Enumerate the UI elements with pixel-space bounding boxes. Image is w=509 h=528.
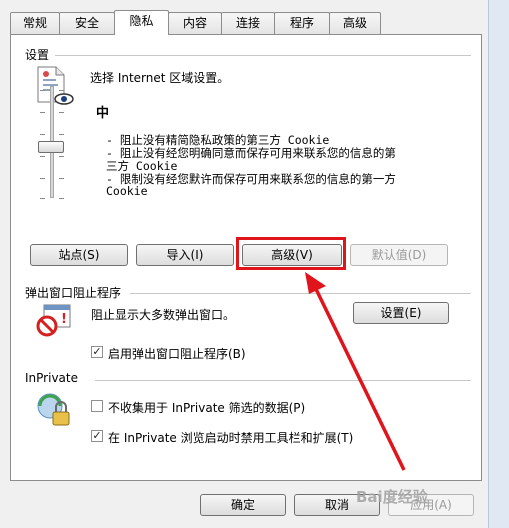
settings-section-title: 设置 — [25, 48, 50, 62]
background-window-edge — [488, 0, 509, 528]
svg-text:!: ! — [61, 312, 67, 327]
popup-divider — [130, 293, 471, 294]
popup-settings-button[interactable]: 设置(E) — [353, 302, 449, 324]
default-button[interactable]: 默认值(D) — [350, 244, 448, 266]
level-description-line: Cookie — [106, 184, 148, 198]
level-description-line: - 限制没有经您默许而保存可用来联系您的信息的第一方 — [106, 172, 396, 186]
inprivate-toolbar-label: 在 InPrivate 浏览启动时禁用工具栏和扩展(T) — [108, 431, 354, 445]
slider-tick — [59, 134, 64, 135]
advanced-button-highlight — [236, 237, 346, 270]
popup-description-text: 阻止显示大多数弹出窗口。 — [91, 308, 236, 322]
zone-instruction-text: 选择 Internet 区域设置。 — [90, 71, 230, 85]
inprivate-section-title: InPrivate — [25, 371, 78, 385]
import-button[interactable]: 导入(I) — [136, 244, 234, 266]
slider-tick — [59, 198, 64, 199]
popup-blocker-icon: ! — [34, 304, 74, 343]
slider-tick — [40, 112, 45, 113]
privacy-level-label: 中 — [96, 106, 110, 121]
settings-divider — [55, 55, 471, 56]
inprivate-lock-icon — [34, 392, 74, 431]
inprivate-filter-label: 不收集用于 InPrivate 筛选的数据(P) — [108, 401, 306, 415]
inprivate-filter-checkbox[interactable] — [91, 400, 103, 412]
inprivate-divider — [95, 380, 471, 381]
sites-button[interactable]: 站点(S) — [30, 244, 128, 266]
slider-tick — [59, 156, 64, 157]
slider-tick — [40, 178, 45, 179]
slider-tick — [59, 90, 64, 91]
slider-tick — [59, 112, 64, 113]
watermark-text: Bai度经验 — [356, 488, 428, 506]
slider-tick — [40, 90, 45, 91]
enable-popup-blocker-checkbox[interactable]: ✓ — [91, 346, 103, 358]
enable-popup-blocker-label: 启用弹出窗口阻止程序(B) — [108, 347, 246, 361]
inprivate-toolbar-checkbox[interactable]: ✓ — [91, 430, 103, 442]
slider-tick — [59, 178, 64, 179]
slider-tick — [40, 198, 45, 199]
privacy-slider-thumb[interactable] — [38, 141, 64, 153]
slider-tick — [40, 156, 45, 157]
popup-section-title: 弹出窗口阻止程序 — [25, 286, 122, 300]
ok-button[interactable]: 确定 — [200, 494, 286, 516]
slider-tick — [40, 134, 45, 135]
privacy-document-icon — [34, 66, 74, 111]
